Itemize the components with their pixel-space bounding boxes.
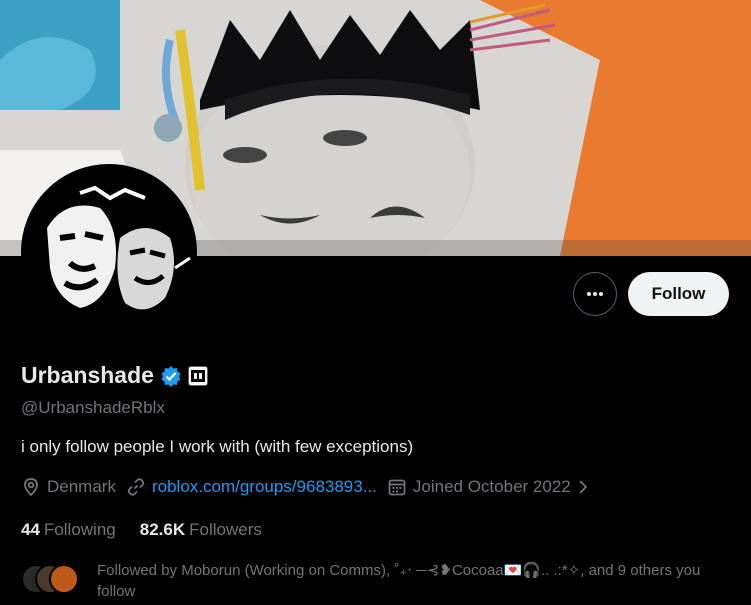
- following-stat[interactable]: 44 Following: [21, 520, 116, 540]
- followers-count: 82.6K: [139, 520, 186, 539]
- profile-bio: i only follow people I work with (with f…: [21, 437, 414, 456]
- following-label: Following: [43, 520, 116, 539]
- profile-avatar[interactable]: [21, 164, 197, 340]
- followed-by[interactable]: Followed by Moborun (Working on Comms), …: [21, 560, 717, 602]
- follow-button[interactable]: Follow: [628, 272, 729, 316]
- link-icon: [127, 478, 145, 496]
- display-name: Urbanshade: [21, 362, 154, 388]
- more-options-button[interactable]: [573, 272, 617, 316]
- location: Denmark: [21, 477, 116, 497]
- avatar-image: [25, 168, 193, 336]
- followers-stat[interactable]: 82.6K Followers: [140, 520, 262, 540]
- profile-name-row: Urbanshade: [21, 362, 208, 389]
- affiliate-badge-icon[interactable]: [187, 365, 208, 386]
- location-text: Denmark: [47, 477, 116, 496]
- location-icon: [24, 478, 38, 497]
- chevron-right-icon[interactable]: [577, 479, 589, 495]
- followed-by-avatars: [21, 564, 85, 594]
- verified-badge-icon[interactable]: [160, 365, 182, 387]
- avatar: [49, 564, 79, 594]
- joined-text: Joined October 2022: [412, 477, 571, 496]
- profile-meta: Denmark roblox.com/groups/9683893... Joi…: [21, 477, 599, 497]
- joined-date: Joined October 2022: [387, 477, 589, 497]
- website[interactable]: roblox.com/groups/9683893...: [126, 477, 377, 497]
- more-icon: [587, 292, 603, 296]
- profile-stats: 44 Following 82.6K Followers: [21, 520, 286, 540]
- website-link[interactable]: roblox.com/groups/9683893...: [152, 477, 377, 497]
- followed-by-text: Followed by Moborun (Working on Comms), …: [97, 562, 701, 600]
- profile-handle: @UrbanshadeRblx: [21, 398, 165, 417]
- calendar-icon: [388, 479, 406, 496]
- followers-label: Followers: [189, 520, 262, 539]
- following-count: 44: [21, 520, 40, 539]
